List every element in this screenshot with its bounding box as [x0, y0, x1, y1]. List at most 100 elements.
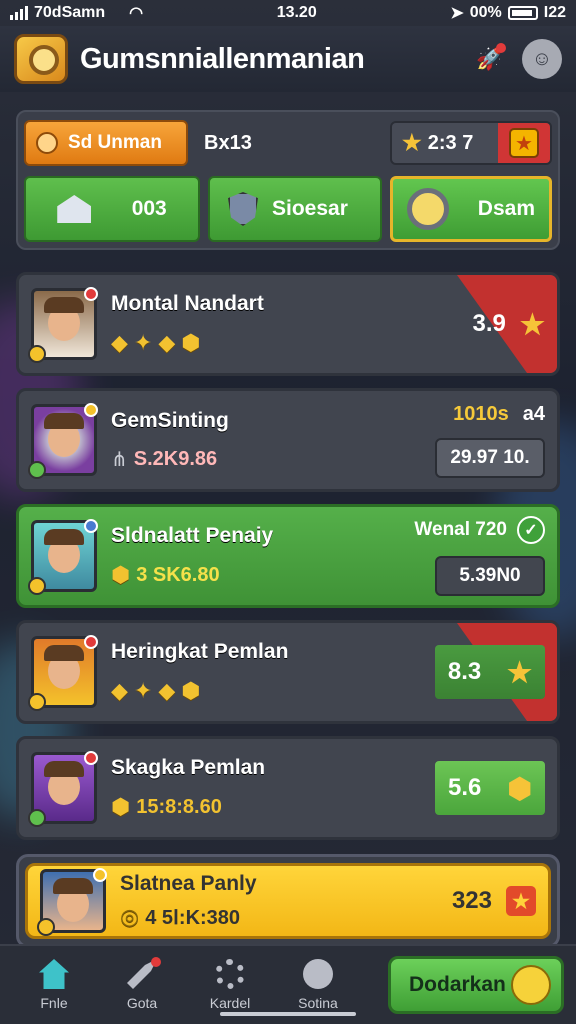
gem-icon: ◆ [111, 678, 128, 703]
player-name: Skagka Pemlan [111, 756, 266, 779]
avatar [28, 635, 98, 711]
nav-item-kardel[interactable]: Kardel [188, 959, 272, 1011]
tab-store[interactable]: Sioesar [208, 176, 382, 242]
shield-star-icon: ⬢ [507, 772, 532, 804]
badge-icon [37, 918, 55, 936]
user-label: Sd Unman [68, 132, 162, 153]
player-name: Heringkat Pemlan [111, 640, 289, 663]
score-pill[interactable]: ★ 2:3 7 ★ [390, 121, 552, 165]
badge-icon [28, 461, 46, 479]
signal-icon [10, 6, 28, 20]
home-icon [39, 959, 69, 989]
smile-icon[interactable]: ☺ [522, 39, 562, 79]
nav-label: Fnle [40, 995, 68, 1011]
app-header: Gumsnniallenmanian 🚀 ☺ [0, 26, 576, 92]
badge-icon [28, 345, 46, 363]
list-item[interactable]: Montal Nandart ◆ ✦ ◆ ⬢ 3.9 ★ [16, 272, 560, 376]
star-box-icon: ★ [506, 886, 536, 916]
badge-icon [28, 693, 46, 711]
coin-icon: ⬢ [181, 330, 201, 355]
star-box-icon: ★ [509, 128, 539, 158]
coin-icon: ◎ [120, 904, 140, 929]
smiley-icon [511, 965, 551, 1005]
gem-icon: ⬢ [111, 794, 131, 819]
tab-search[interactable]: Dsam [390, 176, 552, 242]
gem-row: ⋔ S.2K9.86 [111, 447, 435, 472]
amount: S.2K9.86 [133, 447, 218, 470]
nav-item-sotina[interactable]: Sotina [276, 959, 360, 1011]
rocket-icon [127, 957, 161, 989]
star-icon: ★ [519, 308, 545, 340]
gold-label: 1010s [453, 402, 509, 425]
coin-icon: ⬢ [181, 678, 201, 703]
player-name: Sldnalatt Penaiy [111, 524, 274, 547]
value-box[interactable]: 5.39N0 [435, 556, 545, 596]
list-item[interactable]: GemSinting ⋔ S.2K9.86 1010s a4 29.97 10. [16, 388, 560, 492]
amount: 3 SK6.80 [136, 563, 220, 586]
face-icon [303, 959, 333, 989]
avatar [37, 868, 107, 936]
magnify-icon [407, 188, 449, 230]
app-logo-icon[interactable] [14, 34, 68, 84]
score-box[interactable]: 5.6 ⬢ [435, 761, 545, 815]
notification-dot [84, 519, 98, 533]
list-item[interactable]: Heringkat Pemlan ◆ ✦ ◆ ⬢ 8.3 ★ [16, 620, 560, 724]
notification-dot [93, 868, 107, 882]
nav-item-gota[interactable]: Gota [100, 957, 184, 1011]
tab-home-value: 003 [131, 197, 167, 220]
home-indicator[interactable] [220, 1012, 356, 1016]
highlighted-row-frame: Slatnea Panly ◎ 4 5Ⅰ:K:380 323 ★ [16, 854, 560, 948]
battery-percent: 00% [469, 4, 502, 21]
user-button[interactable]: Sd Unman [24, 120, 188, 166]
score-text: 2:3 7 [427, 131, 474, 154]
score-box[interactable]: 8.3 ★ [435, 645, 545, 699]
gold-suffix: a4 [522, 402, 545, 425]
claw-icon: ⋔ [111, 448, 128, 471]
avatar [28, 751, 98, 827]
nav-label: Sotina [298, 995, 338, 1011]
status-bar: 70dSamn ◠ 13.20 ➤ 00% I22 [0, 0, 576, 26]
control-panel: Sd Unman Bx13 ★ 2:3 7 ★ 003 Sioesar Dsam [16, 110, 560, 250]
gem-row: ◎ 4 5Ⅰ:K:380 [120, 904, 452, 930]
sparkle-icon: ✦ [133, 330, 153, 355]
shield-icon [228, 192, 258, 226]
status-label: Wenal 720 [414, 519, 507, 540]
status-extra: I22 [543, 4, 566, 21]
gem-row: ⬢ 15:8:8.60 [111, 794, 435, 820]
amount: 15:8:8.60 [136, 795, 222, 818]
clock: 13.20 [276, 4, 317, 21]
nav-item-home[interactable]: Fnle [12, 959, 96, 1011]
player-score: 323 [451, 887, 492, 914]
app-title: Gumsnniallenmanian [80, 42, 365, 75]
list-item[interactable]: Sldnalatt Penaiy ⬢ 3 SK6.80 Wenal 720 ✓ … [16, 504, 560, 608]
player-score: 8.3 [447, 658, 482, 685]
list-item[interactable]: Skagka Pemlan ⬢ 15:8:8.60 5.6 ⬢ [16, 736, 560, 840]
player-score: 5.6 [448, 774, 482, 801]
house-icon [57, 195, 92, 223]
notification-dot [496, 43, 506, 53]
badge-icon [28, 809, 46, 827]
check-icon: ✓ [517, 516, 545, 544]
dodarkan-button[interactable]: Dodarkan [388, 956, 564, 1014]
wifi-icon: ◠ [129, 5, 144, 22]
avatar [28, 287, 98, 363]
gear-icon [215, 959, 245, 989]
avatar [28, 519, 98, 595]
value-box[interactable]: 29.97 10. [435, 437, 545, 478]
gem-icon: ◆ [111, 330, 128, 355]
amount: 4 5Ⅰ:K:380 [145, 906, 241, 929]
gem-icon: ⬢ [111, 562, 131, 587]
cta-label: Dodarkan [409, 973, 506, 996]
tab-home[interactable]: 003 [24, 176, 200, 242]
notification-dot [84, 751, 98, 765]
notification-dot [84, 403, 98, 417]
gem-icon: ◆ [158, 678, 176, 703]
avatar [28, 403, 98, 479]
rocket-icon[interactable]: 🚀 [470, 39, 510, 79]
gem-row: ⬢ 3 SK6.80 [111, 562, 414, 588]
tab-store-label: Sioesar [272, 197, 348, 220]
gem-icon: ◆ [158, 330, 176, 355]
nav-label: Kardel [209, 995, 251, 1011]
list-item[interactable]: Slatnea Panly ◎ 4 5Ⅰ:K:380 323 ★ [25, 863, 551, 939]
user-icon [36, 132, 58, 154]
